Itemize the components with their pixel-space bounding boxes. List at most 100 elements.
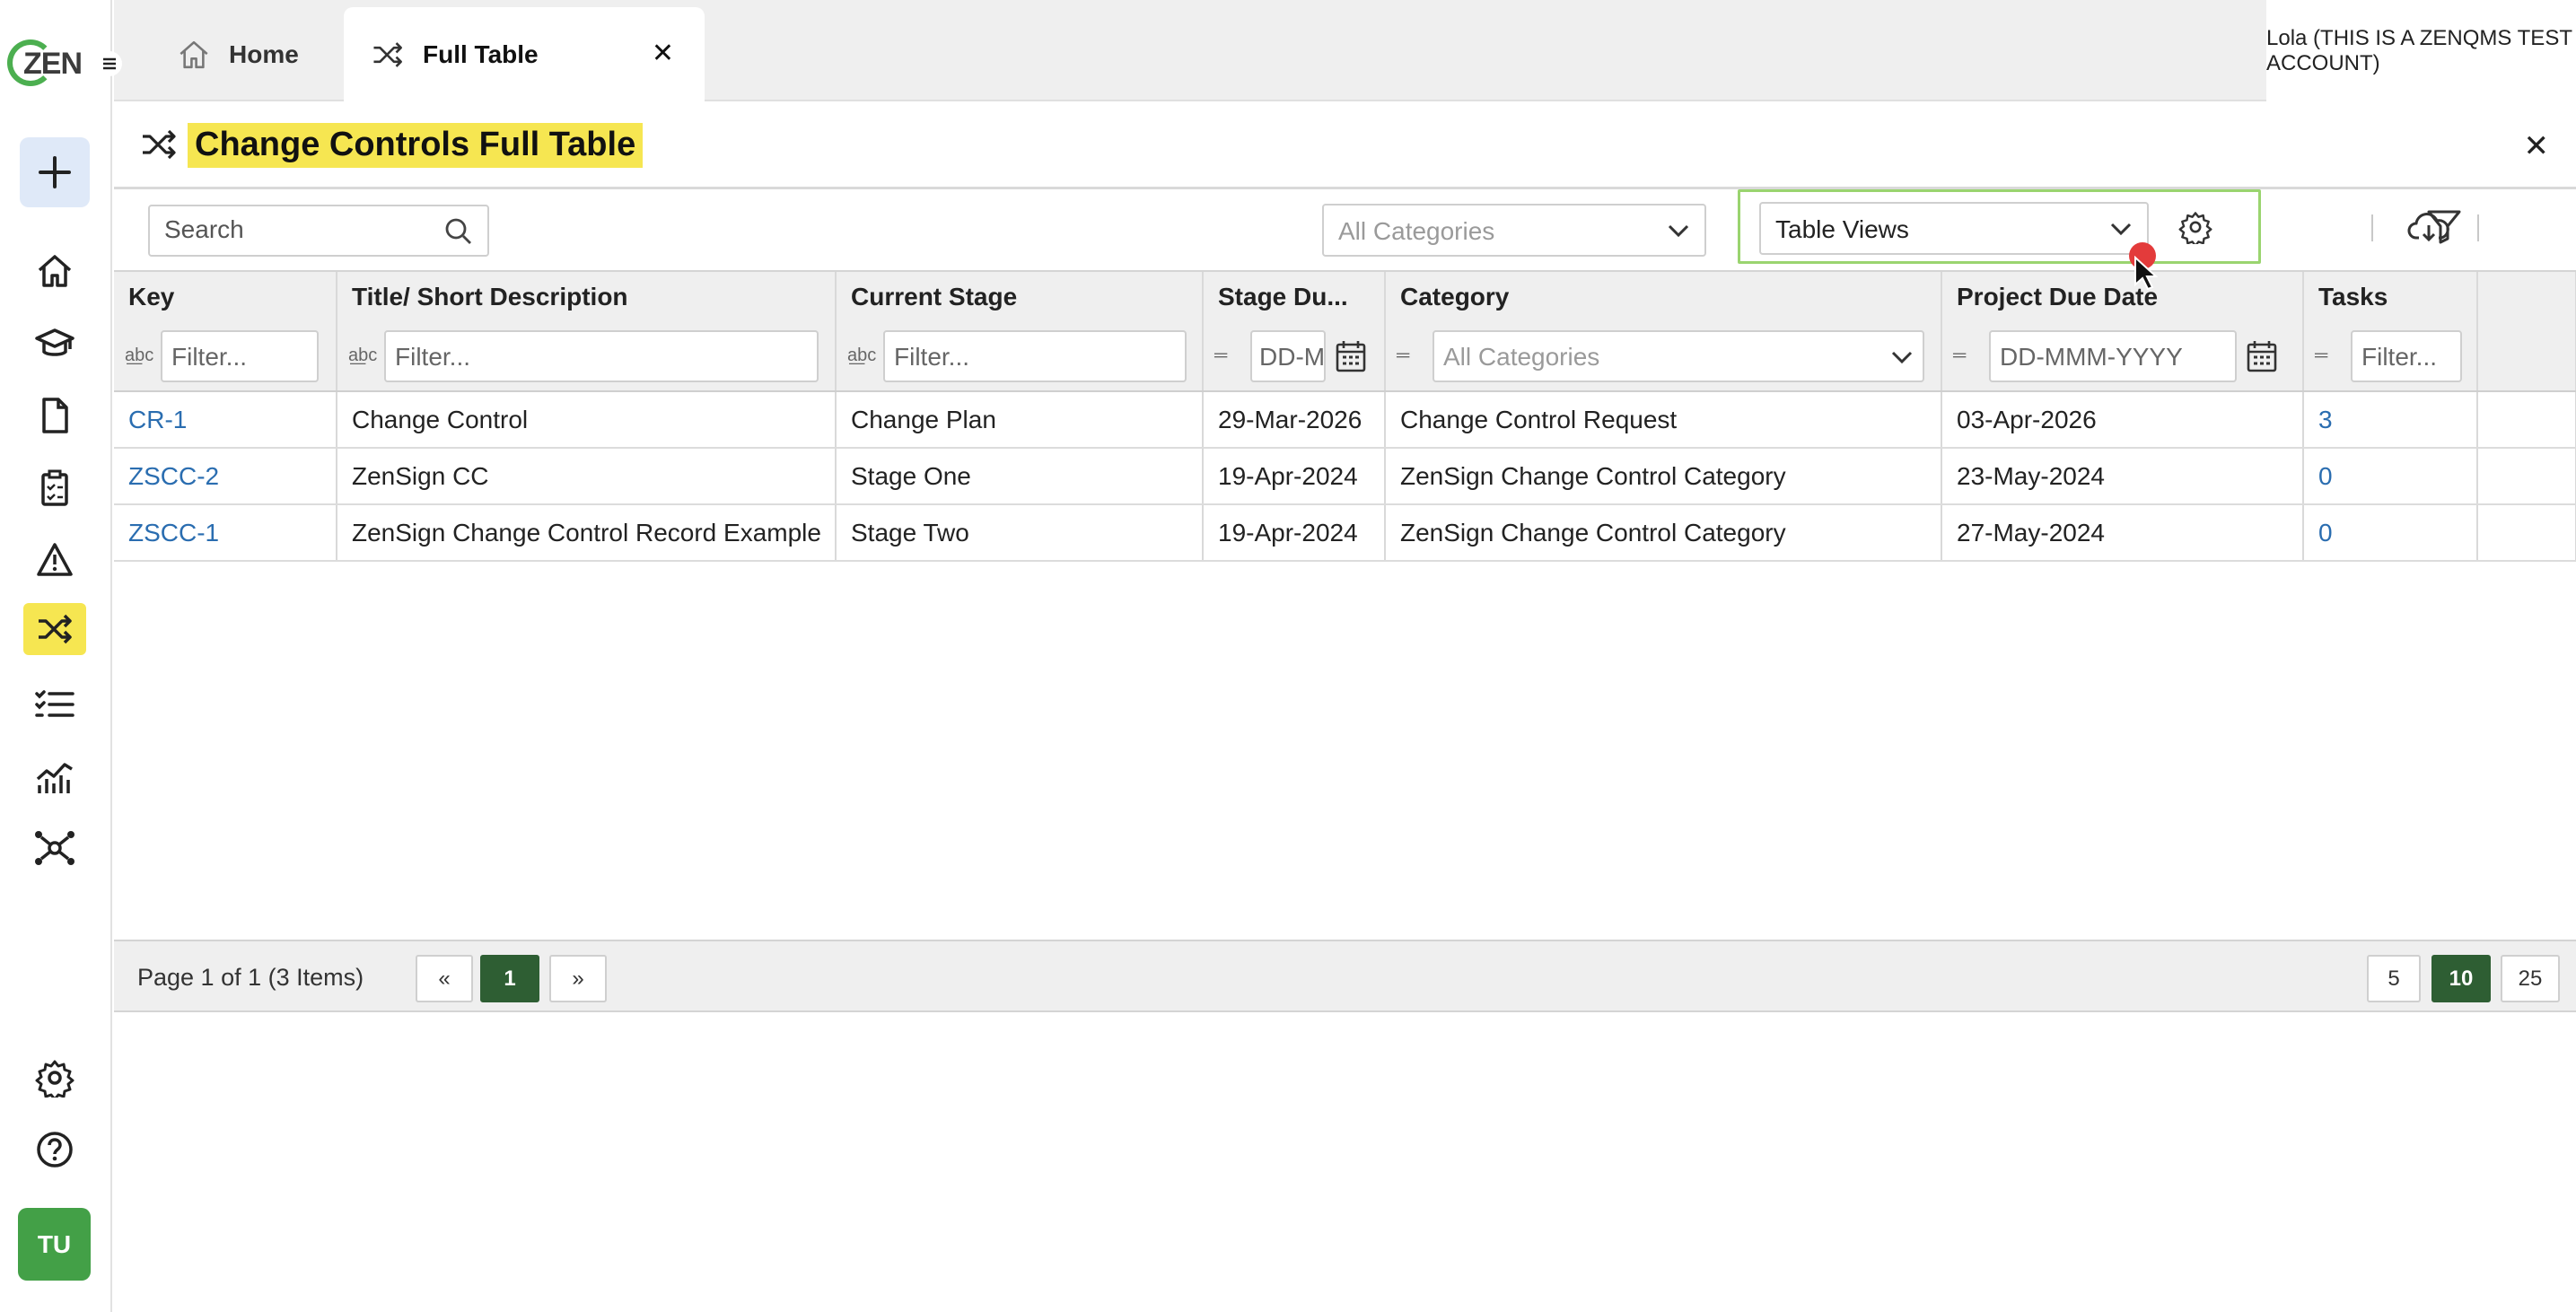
row-current-stage: Change Plan	[836, 391, 1204, 449]
close-page-button[interactable]: ✕	[2524, 128, 2550, 164]
tab-full-table[interactable]: Full Table ✕	[344, 7, 705, 101]
filter-input-title[interactable]: Filter...	[384, 329, 819, 382]
page-info: Page 1 of 1 (3 Items)	[137, 964, 364, 991]
column-header-key[interactable]: Key	[114, 272, 337, 321]
column-header-project-due-date[interactable]: Project Due Date	[1941, 272, 2304, 321]
nav-reports[interactable]	[20, 741, 90, 811]
category-select[interactable]: All Categories	[1322, 204, 1706, 257]
chevron-down-icon	[1668, 224, 1689, 238]
pager: Page 1 of 1 (3 Items) « 1 » 5 10 25	[114, 940, 2576, 1012]
column-header-title[interactable]: Title/ Short Description	[337, 272, 837, 321]
filter-spacer	[2477, 321, 2576, 392]
column-header-stage-due[interactable]: Stage Du...	[1203, 272, 1386, 321]
row-title: ZenSign CC	[337, 448, 837, 505]
last-page-button[interactable]: »	[549, 955, 607, 1002]
column-header-current-stage[interactable]: Current Stage	[836, 272, 1204, 321]
row-stage-due: 29-Mar-2026	[1203, 391, 1386, 449]
page-size-25[interactable]: 25	[2501, 955, 2560, 1002]
account-label[interactable]: Lola (THIS IS A ZENQMS TEST ACCOUNT)	[2266, 0, 2576, 101]
column-header-tasks[interactable]: Tasks	[2303, 272, 2478, 321]
equals-filter-op-icon[interactable]: ═	[1397, 345, 1424, 366]
row-key-link[interactable]: CR-1	[114, 391, 337, 449]
menu-toggle-button[interactable]	[96, 50, 123, 77]
column-header-category[interactable]: Category	[1385, 272, 1942, 321]
nav-home[interactable]	[20, 236, 90, 306]
tab-home-label: Home	[229, 39, 299, 68]
row-key-link[interactable]: ZSCC-1	[114, 504, 337, 562]
page-size-5[interactable]: 5	[2367, 955, 2421, 1002]
zen-logo[interactable]: ZEN	[7, 36, 83, 90]
text-filter-op-icon[interactable]: a͟bc	[348, 345, 377, 366]
toolbar-divider	[2477, 214, 2479, 241]
nav-tasks[interactable]	[20, 669, 90, 739]
row-current-stage: Stage Two	[836, 504, 1204, 562]
close-tab-icon[interactable]: ✕	[652, 38, 674, 69]
search-box	[148, 205, 489, 257]
page-size-10[interactable]: 10	[2431, 955, 2491, 1002]
first-page-button[interactable]: «	[416, 955, 473, 1002]
table-row[interactable]: CR-1 Change Control Change Plan 29-Mar-2…	[114, 391, 2576, 449]
row-project-due-date: 23-May-2024	[1941, 448, 2304, 505]
create-new-button[interactable]	[20, 137, 90, 207]
filter-button[interactable]	[2425, 207, 2463, 245]
search-icon[interactable]	[444, 217, 473, 246]
equals-filter-op-icon[interactable]: ═	[1953, 345, 1980, 366]
row-stage-due: 19-Apr-2024	[1203, 504, 1386, 562]
filter-select-category[interactable]: All Categories	[1433, 329, 1924, 382]
row-tasks-link[interactable]: 0	[2303, 504, 2478, 562]
row-key-link[interactable]: ZSCC-2	[114, 448, 337, 505]
plus-icon	[39, 156, 71, 188]
nav-training[interactable]	[20, 309, 90, 379]
nav-settings[interactable]	[20, 1043, 90, 1113]
table-toolbar: All Categories Table Views	[114, 189, 2576, 270]
text-filter-op-icon[interactable]: a͟bc	[847, 345, 876, 366]
table-views-value: Table Views	[1775, 215, 1909, 243]
table-row[interactable]: ZSCC-2 ZenSign CC Stage One 19-Apr-2024 …	[114, 448, 2576, 505]
calendar-icon[interactable]	[2246, 339, 2278, 373]
filter-input-project-due-date[interactable]: DD-MMM-YYYY	[1989, 329, 2237, 382]
row-category: ZenSign Change Control Category	[1385, 448, 1942, 505]
equals-filter-op-icon[interactable]: ═	[1214, 345, 1241, 366]
current-page-button[interactable]: 1	[480, 955, 539, 1002]
nav-audits[interactable]	[20, 453, 90, 523]
row-stage-due: 19-Apr-2024	[1203, 448, 1386, 505]
document-icon	[42, 398, 68, 433]
search-input[interactable]	[150, 206, 419, 253]
row-category: Change Control Request	[1385, 391, 1942, 449]
home-icon	[180, 40, 208, 68]
nav-network[interactable]	[20, 813, 90, 883]
gear-icon	[35, 1060, 74, 1098]
shuffle-icon	[373, 41, 402, 67]
table-row[interactable]: ZSCC-1 ZenSign Change Control Record Exa…	[114, 504, 2576, 562]
table-settings-button[interactable]	[2178, 210, 2212, 244]
calendar-icon[interactable]	[1335, 339, 1367, 373]
clipboard-check-icon	[41, 469, 68, 506]
nav-issues[interactable]	[20, 525, 90, 595]
row-tasks-link[interactable]: 0	[2303, 448, 2478, 505]
filter-input-tasks[interactable]: Filter...	[2351, 329, 2462, 382]
filter-input-key[interactable]: Filter...	[161, 329, 319, 382]
mouse-pointer-icon	[2134, 256, 2158, 291]
logo-text: ZEN	[23, 47, 83, 81]
table-views-select[interactable]: Table Views	[1759, 202, 2149, 255]
row-title: ZenSign Change Control Record Example	[337, 504, 837, 562]
chart-trend-icon	[36, 763, 73, 793]
row-tasks-link[interactable]: 3	[2303, 391, 2478, 449]
chevron-down-icon	[2110, 223, 2132, 236]
user-avatar[interactable]: TU	[18, 1208, 91, 1281]
chevron-down-icon	[1891, 351, 1913, 363]
row-title: Change Control	[337, 391, 837, 449]
filter-input-current-stage[interactable]: Filter...	[883, 329, 1187, 382]
nav-help[interactable]	[20, 1115, 90, 1185]
page-title: Change Controls Full Table	[188, 123, 644, 168]
nav-change-controls[interactable]	[23, 603, 86, 655]
category-select-value: All Categories	[1338, 217, 1495, 245]
row-project-due-date: 27-May-2024	[1941, 504, 2304, 562]
warning-triangle-icon	[37, 543, 73, 576]
tab-bar: Home Full Table ✕ Lola (THIS IS A ZENQMS…	[114, 0, 2576, 101]
text-filter-op-icon[interactable]: a͟bc	[125, 345, 153, 366]
equals-filter-op-icon[interactable]: ═	[2315, 345, 2342, 366]
home-icon	[38, 255, 72, 287]
nav-documents[interactable]	[20, 380, 90, 450]
filter-input-stage-due[interactable]: DD-M	[1250, 329, 1326, 382]
